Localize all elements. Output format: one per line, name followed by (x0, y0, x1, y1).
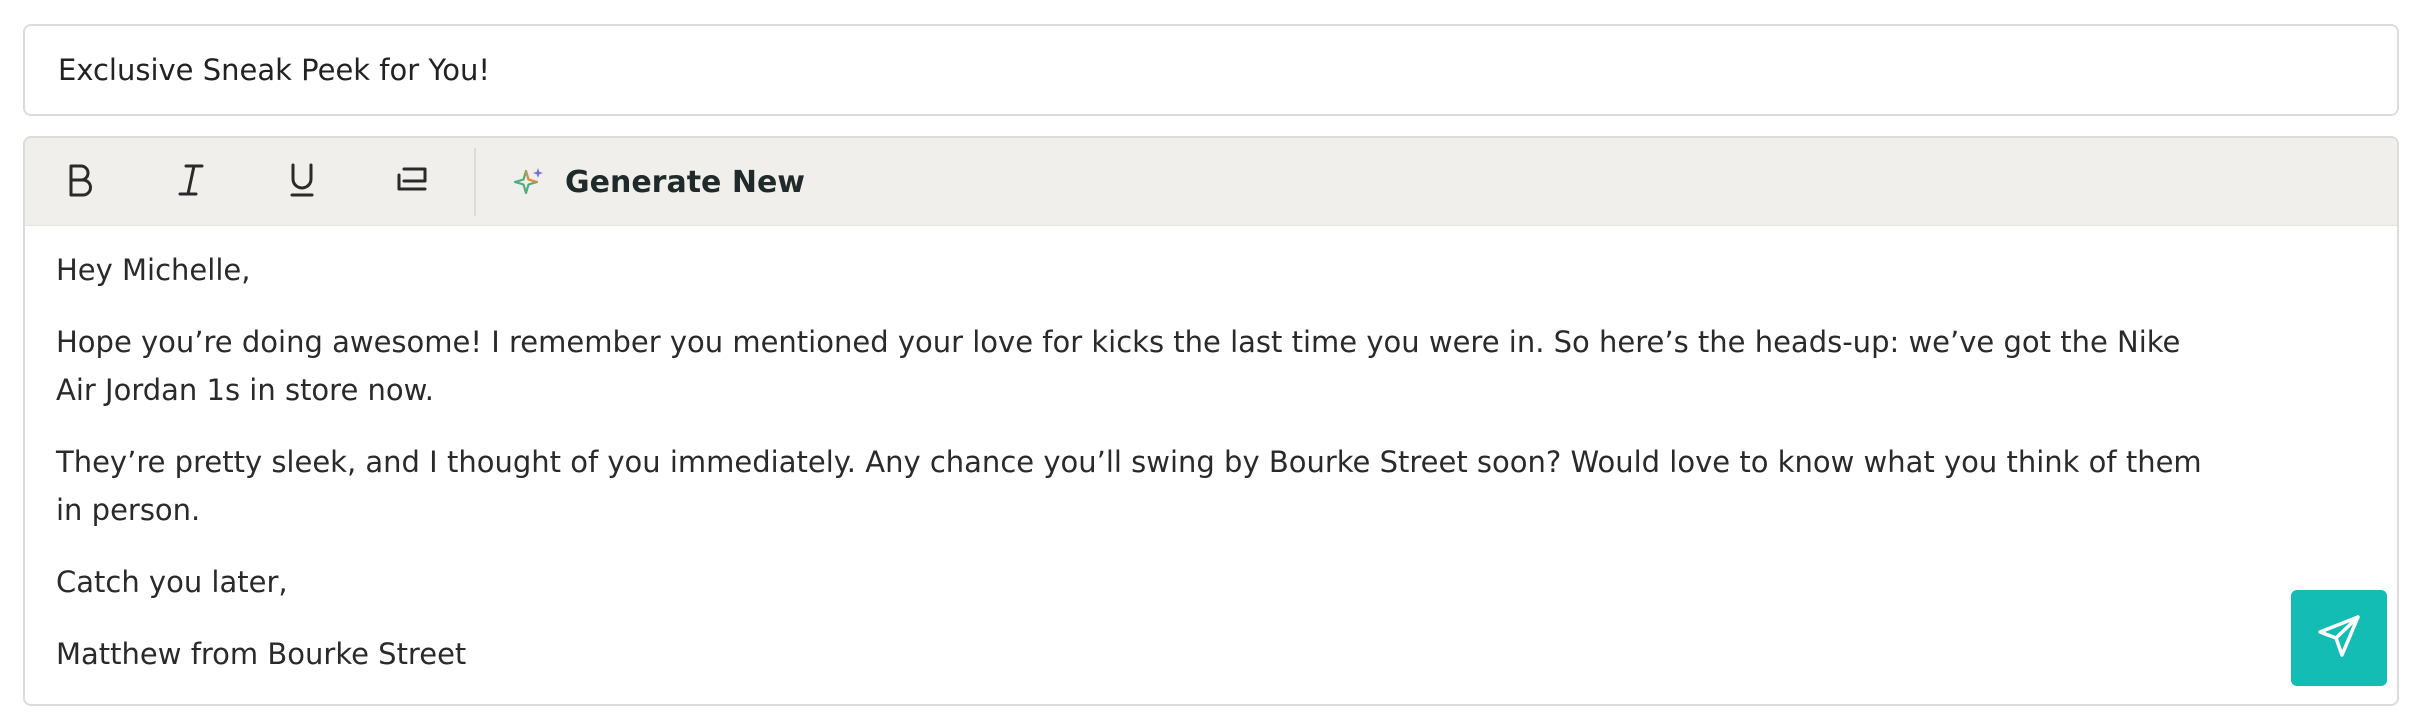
sparkle-icon (511, 164, 547, 200)
message-closing: Catch you later, (56, 565, 288, 599)
message-body[interactable]: Hey Michelle, Hope you’re doing awesome!… (56, 246, 2206, 702)
formatting-toolbar: Generate New (25, 138, 2397, 226)
message-signature: Matthew from Bourke Street (56, 637, 467, 671)
bold-icon (65, 163, 95, 201)
message-greeting: Hey Michelle, (56, 253, 251, 287)
bold-button[interactable] (54, 156, 106, 208)
text-wrap-icon (395, 165, 429, 199)
italic-icon (176, 163, 206, 201)
generate-new-label: Generate New (565, 164, 806, 200)
italic-button[interactable] (165, 156, 217, 208)
message-paragraph: They’re pretty sleek, and I thought of y… (56, 445, 2202, 527)
toolbar-divider (474, 148, 476, 216)
underline-icon (288, 162, 316, 202)
generate-new-button[interactable]: Generate New (511, 156, 805, 208)
message-paragraph: Hope you’re doing awesome! I remember yo… (56, 325, 2181, 407)
subject-text: Exclusive Sneak Peek for You! (58, 53, 491, 87)
send-button[interactable] (2291, 590, 2387, 686)
message-editor[interactable]: Generate New Hey Michelle, Hope you’re d… (23, 136, 2399, 706)
text-wrap-button[interactable] (386, 156, 438, 208)
subject-field[interactable]: Exclusive Sneak Peek for You! (23, 24, 2399, 116)
send-icon (2316, 613, 2362, 663)
underline-button[interactable] (276, 156, 328, 208)
